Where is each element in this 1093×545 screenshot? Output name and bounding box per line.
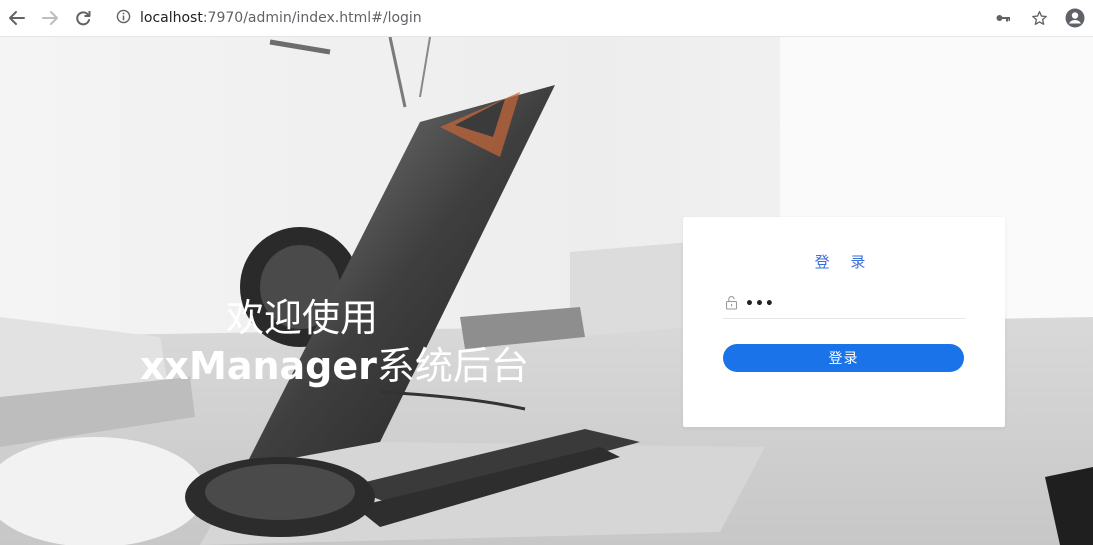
url-host: localhost (140, 10, 203, 26)
browser-toolbar: localhost:7970/admin/index.html#/login (0, 0, 1093, 37)
password-field-row (723, 293, 966, 319)
back-arrow-icon[interactable] (6, 7, 28, 29)
system-suffix: 系统后台 (376, 344, 529, 388)
forward-arrow-icon[interactable] (39, 7, 61, 29)
login-card: 登 录 登录 (683, 217, 1005, 427)
reload-icon[interactable] (72, 7, 94, 29)
address-bar[interactable]: localhost:7970/admin/index.html#/login (116, 8, 422, 28)
welcome-line-2: xxManager系统后台 (140, 335, 529, 390)
system-name: xxManager (140, 344, 377, 388)
password-input[interactable] (745, 293, 955, 315)
info-icon[interactable] (116, 9, 131, 28)
login-page: 欢迎使用 xxManager系统后台 登 录 登录 (0, 37, 1093, 545)
welcome-line-1: 欢迎使用 (226, 296, 379, 340)
lock-icon (725, 295, 738, 314)
key-icon[interactable] (985, 6, 1021, 30)
account-icon[interactable] (1057, 6, 1093, 30)
login-title: 登 录 (814, 253, 874, 271)
toolbar-right-icons (985, 6, 1093, 30)
star-icon[interactable] (1021, 6, 1057, 30)
url-path: :7970/admin/index.html#/login (202, 10, 422, 26)
url-text[interactable]: localhost:7970/admin/index.html#/login (140, 10, 422, 26)
login-button[interactable]: 登录 (723, 344, 964, 372)
